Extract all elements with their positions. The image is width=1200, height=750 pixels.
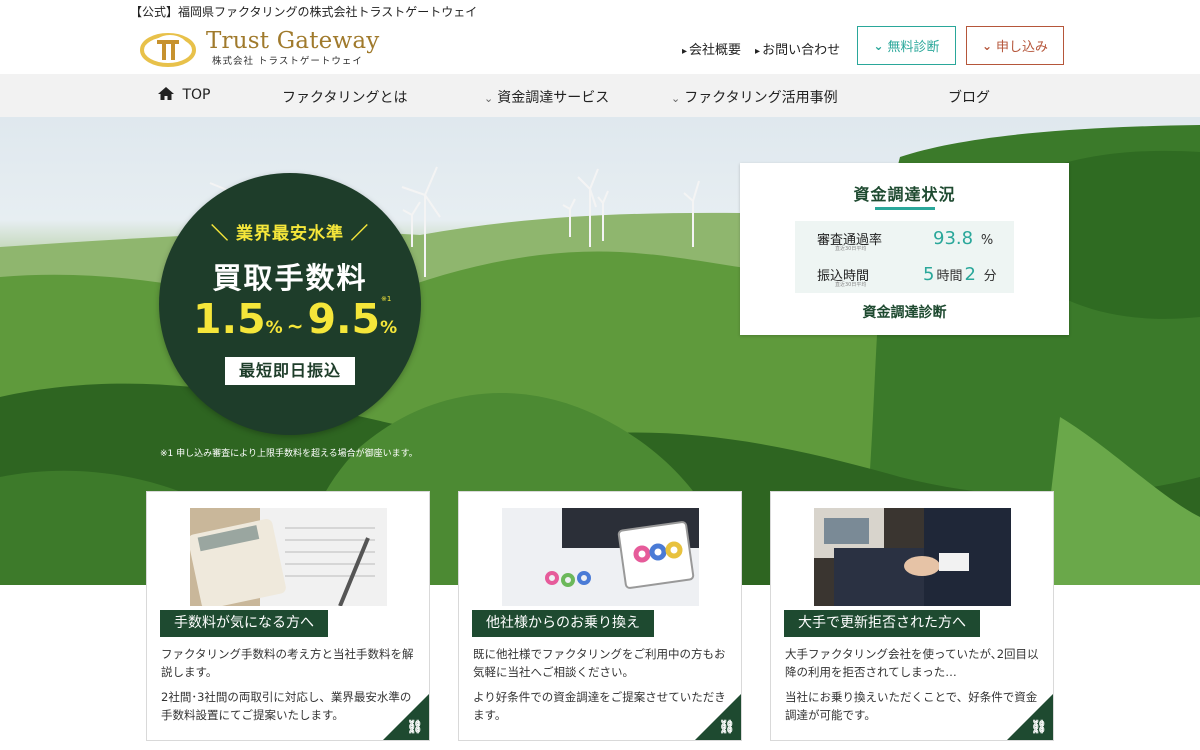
transfer-time-value: 5 時間 2 分 <box>923 264 999 285</box>
site-tagline: 【公式】福岡県ファクタリングの株式会社トラストゲートウェイ <box>130 5 478 19</box>
approval-rate-value: 93.8 % <box>933 228 995 249</box>
chevron-down-icon: ⌄ <box>484 92 494 105</box>
chevron-down-icon: ⌄ <box>981 38 993 53</box>
contact-link[interactable]: お問い合わせ <box>755 39 840 58</box>
card-text-rejected-1: 大手ファクタリング会社を使っていたが､2回目以降の利用を拒否されてしまった… <box>785 647 1039 679</box>
transfer-minutes-unit: 分 <box>983 269 997 284</box>
fee-percent-sign: % <box>380 318 398 338</box>
fee-footnote-mark: ※1 <box>381 295 392 303</box>
card-tag-fees: 手数料が気になる方へ <box>160 610 328 637</box>
status-stats-box: 審査通過率 直近30日平均 93.8 % 振込時間 直近30日平均 5 時間 2 分 <box>795 221 1014 293</box>
status-title: 資金調達状況 <box>853 185 956 204</box>
chevron-down-icon: ⌄ <box>671 92 681 105</box>
approval-rate-sublabel: 直近30日平均 <box>835 246 867 252</box>
hero-footnote: ※1 申し込み審査により上限手数料を超える場合が御座います。 <box>160 449 418 459</box>
card-text-switch-2: より好条件での資金調達をご提案させていただきます。 <box>473 690 726 722</box>
apply-button[interactable]: ⌄ 申し込み <box>966 26 1064 65</box>
fee-badge: ＼ 業界最安水準 ／ 買取手数料 1.5% ~9.5% ※1 最短即日振込 <box>159 173 421 435</box>
feature-card-rejected[interactable]: 大手で更新拒否された方へ 大手ファクタリング会社を使っていたが､2回目以降の利用… <box>770 491 1054 741</box>
nav-item-about-factoring[interactable]: ファクタリングとは <box>282 87 407 107</box>
transfer-time-row: 振込時間 直近30日平均 5 時間 2 分 <box>795 259 1014 293</box>
nav-item-funding-service[interactable]: ⌄ 資金調達サービス <box>484 87 609 107</box>
card-text-switch-1: 既に他社様でファクタリングをご利用中の方もお気軽に当社へご相談ください。 <box>473 647 726 679</box>
card-tag-rejected: 大手で更新拒否された方へ <box>784 610 980 637</box>
badge-fee-range: 1.5% ~9.5% <box>193 295 397 343</box>
nav-label-top: TOP <box>182 87 211 103</box>
card-tag-switch: 他社様からのお乗り換え <box>472 610 654 637</box>
nav-item-top[interactable]: TOP <box>158 87 210 103</box>
same-day-transfer-label: 最短即日振込 <box>225 357 355 385</box>
approval-rate-row: 審査通過率 直近30日平均 93.8 % <box>795 223 1014 257</box>
badge-fee-title: 買取手数料 <box>212 261 368 295</box>
header-links: 会社概要 お問い合わせ <box>682 39 840 58</box>
nav-label-funding: 資金調達サービス <box>497 90 610 106</box>
fee-tilde: ~ <box>286 314 304 338</box>
card-text-rejected-2: 当社にお乗り換えいただくことで、好条件で資金調達が可能です。 <box>785 690 1038 722</box>
link-icon[interactable]: ⛓ <box>718 720 735 735</box>
approval-rate-number: 93.8 <box>933 228 974 249</box>
transfer-time-sublabel: 直近30日平均 <box>835 282 867 288</box>
nav-item-case-studies[interactable]: ⌄ ファクタリング活用事例 <box>671 87 838 107</box>
logo-subtitle: 株式会社 トラストゲートウェイ <box>212 56 363 67</box>
nav-label-cases: ファクタリング活用事例 <box>684 90 838 106</box>
free-diagnosis-button[interactable]: ⌄ 無料診断 <box>857 26 956 65</box>
calculator-photo <box>190 508 387 606</box>
chevron-down-icon: ⌄ <box>873 38 884 53</box>
free-diagnosis-label: 無料診断 <box>887 40 940 55</box>
feature-card-fees[interactable]: 手数料が気になる方へ ファクタリング手数料の考え方と当社手数料を解説します。 2… <box>146 491 430 741</box>
nav-label-blog: ブログ <box>948 90 990 106</box>
feature-card-switch[interactable]: 他社様からのお乗り換え 既に他社様でファクタリングをご利用中の方もお気軽に当社へ… <box>458 491 742 741</box>
company-overview-link[interactable]: 会社概要 <box>682 39 741 58</box>
logo-mark-icon <box>140 28 202 68</box>
link-icon[interactable]: ⛓ <box>1030 720 1047 735</box>
nav-label-about: ファクタリングとは <box>282 90 408 106</box>
site-logo[interactable]: Trust Gateway 株式会社 トラストゲートウェイ <box>140 28 379 68</box>
main-nav: TOP ファクタリングとは ⌄ 資金調達サービス ⌄ ファクタリング活用事例 ブログ <box>0 74 1200 117</box>
fee-rate-low: 1.5 <box>193 295 266 343</box>
card-text-fees-2: 2社間･3社間の両取引に対応し、業界最安水準の手数料設置にてご提案いたします。 <box>161 690 412 722</box>
transfer-hours-unit: 時間 <box>936 269 963 284</box>
link-icon[interactable]: ⛓ <box>406 720 423 735</box>
handshake-photo <box>814 508 1011 606</box>
card-text-fees-1: ファクタリング手数料の考え方と当社手数料を解説します。 <box>161 647 414 679</box>
nav-item-blog[interactable]: ブログ <box>948 87 990 107</box>
funding-status-panel: 資金調達状況 審査通過率 直近30日平均 93.8 % 振込時間 直近30日平均… <box>740 163 1069 335</box>
logo-name: Trust Gateway <box>206 28 380 54</box>
home-icon <box>158 87 182 103</box>
funding-diagnosis-link[interactable]: 資金調達診断 <box>740 302 1069 322</box>
transfer-minutes: 2 <box>964 264 976 285</box>
status-title-underline <box>875 207 935 210</box>
apply-label: 申し込み <box>996 40 1049 55</box>
badge-industry-lowest: ＼ 業界最安水準 ／ <box>211 224 369 244</box>
tablet-chart-photo <box>502 508 699 606</box>
fee-percent-sign: % <box>265 318 283 338</box>
transfer-hours: 5 <box>923 264 935 285</box>
approval-rate-unit: % <box>980 233 994 248</box>
fee-rate-high: 9.5 <box>307 295 381 343</box>
